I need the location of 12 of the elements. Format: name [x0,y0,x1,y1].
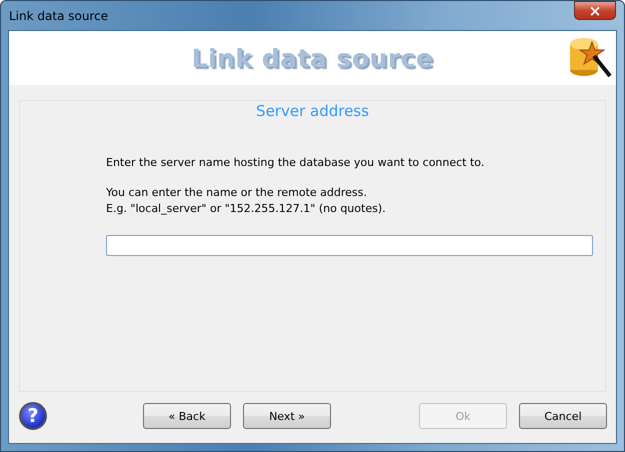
help-button[interactable]: ? [19,402,47,430]
header-title: Link data source [192,44,434,72]
server-address-field[interactable] [106,235,593,256]
nav-button[interactable]: Next » [243,403,331,429]
close-button[interactable]: × [574,1,616,20]
dialog-button[interactable]: Cancel [519,403,607,429]
instruction-text: E.g. "local_server" or "152.255.127.1" (no quotes). [106,201,387,217]
instruction-text: You can enter the name or the remote address. [106,185,368,201]
instruction-text: Enter the server name hosting the database you want to connect to. [106,155,486,171]
nav-button[interactable]: « Back [143,403,231,429]
step-heading: Server address [255,101,370,121]
window-title: Link data source [9,8,108,22]
